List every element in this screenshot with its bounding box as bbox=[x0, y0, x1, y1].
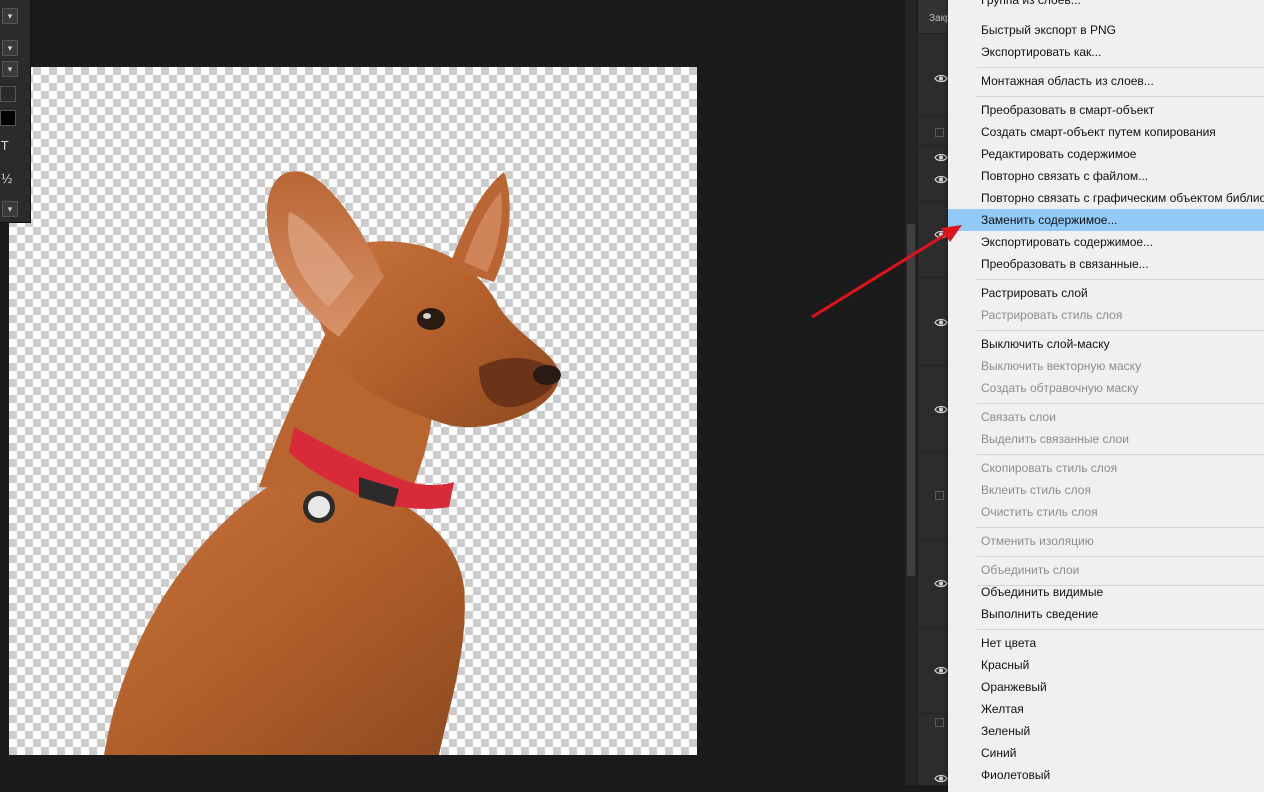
menu-separator bbox=[977, 629, 1264, 630]
layer-row-divider bbox=[918, 713, 949, 714]
menu-separator bbox=[977, 527, 1264, 528]
layer-row-divider bbox=[918, 365, 949, 366]
menu-item[interactable]: Преобразовать в связанные... bbox=[948, 253, 1264, 275]
eye-icon[interactable] bbox=[934, 774, 948, 783]
visibility-toggle[interactable] bbox=[935, 718, 944, 727]
menu-item[interactable]: Синий bbox=[948, 742, 1264, 764]
menu-separator bbox=[977, 585, 1264, 586]
menu-item[interactable]: Преобразовать в смарт-объект bbox=[948, 99, 1264, 121]
scrollbar-thumb[interactable] bbox=[907, 224, 915, 576]
layers-panel: Закр bbox=[917, 0, 951, 785]
eye-icon[interactable] bbox=[934, 405, 948, 414]
layer-row-divider bbox=[918, 201, 949, 202]
menu-item: Отменить изоляцию bbox=[981, 534, 1094, 548]
layer-row-divider bbox=[918, 540, 949, 541]
menu-item: Выделить связанные слои bbox=[981, 432, 1130, 446]
menu-item[interactable]: Группа из слоев... bbox=[948, 0, 1264, 11]
menu-item: Очистить стиль слоя bbox=[981, 505, 1098, 519]
visibility-toggle[interactable] bbox=[935, 128, 944, 137]
menu-item[interactable]: Растрировать слой bbox=[948, 282, 1264, 304]
menu-separator bbox=[977, 96, 1264, 97]
layer-row-divider bbox=[918, 627, 949, 628]
eye-icon[interactable] bbox=[934, 666, 948, 675]
menu-item[interactable]: Фиолетовый bbox=[948, 764, 1264, 786]
option-dropdown[interactable]: ▾ bbox=[2, 201, 18, 217]
menu-item[interactable]: Монтажная область из слоев... bbox=[948, 70, 1264, 92]
vertical-scrollbar[interactable] bbox=[905, 0, 917, 785]
layer-row-divider bbox=[918, 116, 949, 117]
menu-item[interactable]: Быстрый экспорт в PNG bbox=[948, 19, 1264, 41]
menu-item: Создать обтравочную маску bbox=[981, 381, 1139, 395]
menu-item: Растрировать стиль слоя bbox=[981, 308, 1123, 322]
menu-item[interactable]: Повторно связать с файлом... bbox=[948, 165, 1264, 187]
menu-item[interactable]: Желтая bbox=[948, 698, 1264, 720]
fraction-icon[interactable]: ½ bbox=[1, 172, 13, 186]
menu-item[interactable]: Нет цвета bbox=[948, 632, 1264, 654]
menu-item: Вклеить стиль слоя bbox=[981, 483, 1091, 497]
menu-item[interactable]: Заменить содержимое... bbox=[948, 209, 1264, 231]
visibility-toggle[interactable] bbox=[935, 491, 944, 500]
menu-item[interactable]: Экспортировать как... bbox=[948, 41, 1264, 63]
eye-icon[interactable] bbox=[934, 579, 948, 588]
option-dropdown[interactable]: ▾ bbox=[2, 61, 18, 77]
menu-item[interactable]: Зеленый bbox=[948, 720, 1264, 742]
menu-separator bbox=[977, 454, 1264, 455]
menu-separator bbox=[977, 556, 1264, 557]
option-dropdown[interactable]: ▾ bbox=[2, 8, 18, 24]
menu-separator bbox=[977, 67, 1264, 68]
option-dropdown[interactable]: ▾ bbox=[2, 40, 18, 56]
eye-icon[interactable] bbox=[934, 230, 948, 239]
eye-icon[interactable] bbox=[934, 175, 948, 184]
eye-icon[interactable] bbox=[934, 74, 948, 83]
menu-item: Выключить векторную маску bbox=[981, 359, 1142, 373]
color-swatch-empty[interactable] bbox=[0, 86, 16, 102]
document-canvas[interactable] bbox=[9, 67, 697, 755]
canvas-workspace[interactable]: ▾ ▾ ▾ T ½ ▾ bbox=[0, 0, 905, 785]
layer-row-divider bbox=[918, 277, 949, 278]
layer-context-menu: Группа из слоев... Быстрый экспорт в PNG Э… bbox=[948, 0, 1264, 792]
menu-item[interactable]: Красный bbox=[948, 654, 1264, 676]
dog-photo bbox=[104, 171, 561, 755]
menu-item[interactable]: Редактировать содержимое bbox=[948, 143, 1264, 165]
menu-item[interactable]: Повторно связать с графическим объектом … bbox=[948, 187, 1264, 209]
menu-item[interactable]: Оранжевый bbox=[948, 676, 1264, 698]
eye-icon[interactable] bbox=[934, 318, 948, 327]
layer-row-divider bbox=[918, 452, 949, 453]
menu-item: Связать слои bbox=[981, 410, 1056, 424]
tool-options-strip: ▾ ▾ ▾ T ½ ▾ bbox=[0, 0, 31, 223]
menu-separator bbox=[977, 330, 1264, 331]
menu-separator bbox=[977, 279, 1264, 280]
eye-icon[interactable] bbox=[934, 153, 948, 162]
menu-item[interactable]: Выполнить сведение bbox=[948, 603, 1264, 625]
layer-row-divider bbox=[918, 145, 949, 146]
menu-item[interactable]: Экспортировать содержимое... bbox=[948, 231, 1264, 253]
color-swatch-black[interactable] bbox=[0, 110, 16, 126]
menu-separator bbox=[977, 403, 1264, 404]
type-tool-icon[interactable]: T bbox=[1, 139, 8, 153]
menu-item[interactable]: Создать смарт-объект путем копирования bbox=[948, 121, 1264, 143]
menu-item[interactable]: Выключить слой-маску bbox=[948, 333, 1264, 355]
menu-item: Скопировать стиль слоя bbox=[981, 461, 1118, 475]
menu-item: Объединить слои bbox=[981, 563, 1080, 577]
